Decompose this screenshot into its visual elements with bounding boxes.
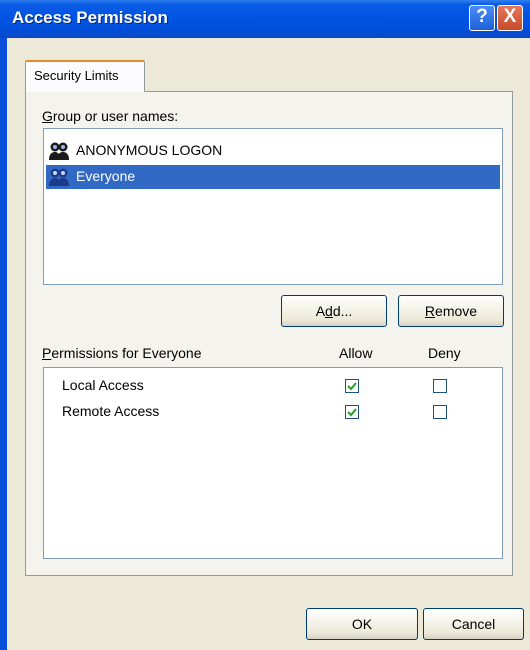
group-user-names-label: Group or user names:	[42, 108, 178, 124]
check-icon	[347, 408, 357, 417]
list-item-anonymous-logon[interactable]: ANONYMOUS LOGON	[46, 139, 500, 163]
list-item-label: ANONYMOUS LOGON	[76, 142, 223, 158]
tab-panel: Group or user names: ANONYMOUS LOGON Eve…	[25, 91, 513, 576]
users-icon	[49, 168, 69, 186]
list-item-label: Everyone	[76, 168, 136, 184]
access-permission-dialog: Access Permission ? X Security Limits Gr…	[0, 0, 530, 650]
check-icon	[347, 382, 357, 391]
tab-security-limits[interactable]: Security Limits	[25, 60, 145, 92]
local-access-deny-checkbox[interactable]	[433, 379, 447, 393]
help-icon: ?	[476, 6, 488, 27]
help-button[interactable]: ?	[469, 5, 495, 31]
window-frame-left	[0, 38, 7, 650]
group-user-list[interactable]: ANONYMOUS LOGON Everyone	[43, 128, 503, 285]
remove-button[interactable]: Remove	[398, 295, 504, 327]
remote-access-allow-checkbox[interactable]	[345, 405, 359, 419]
permissions-list: Local Access Remote Access	[43, 367, 503, 559]
label-rest: roup or user names:	[52, 108, 179, 124]
add-label-pre: A	[315, 303, 326, 319]
allow-column-header: Allow	[339, 345, 373, 361]
window-title: Access Permission	[12, 8, 168, 27]
deny-column-header: Deny	[428, 345, 461, 361]
title-bar[interactable]: Access Permission ? X	[0, 0, 530, 38]
tab-label: Security Limits	[34, 68, 119, 83]
list-item-everyone[interactable]: Everyone	[46, 165, 500, 189]
permissions-label: Permissions for Everyone	[42, 345, 202, 361]
remove-label-post: emove	[435, 303, 478, 319]
cancel-button[interactable]: Cancel	[423, 608, 524, 640]
permission-name: Remote Access	[62, 403, 160, 419]
add-label-mnemonic: d	[325, 303, 333, 319]
add-button[interactable]: Add...	[281, 295, 387, 327]
label-mnemonic: P	[42, 345, 52, 361]
remove-label-mnemonic: R	[424, 303, 436, 319]
ok-button[interactable]: OK	[306, 608, 418, 640]
label-mnemonic: G	[42, 108, 53, 124]
users-icon	[49, 142, 69, 160]
label-rest: ermissions for Everyone	[51, 345, 202, 361]
permission-name: Local Access	[62, 377, 144, 393]
add-label-post: d...	[332, 303, 353, 319]
close-icon: X	[503, 6, 517, 27]
local-access-allow-checkbox[interactable]	[345, 379, 359, 393]
remote-access-deny-checkbox[interactable]	[433, 405, 447, 419]
close-button[interactable]: X	[497, 5, 523, 31]
